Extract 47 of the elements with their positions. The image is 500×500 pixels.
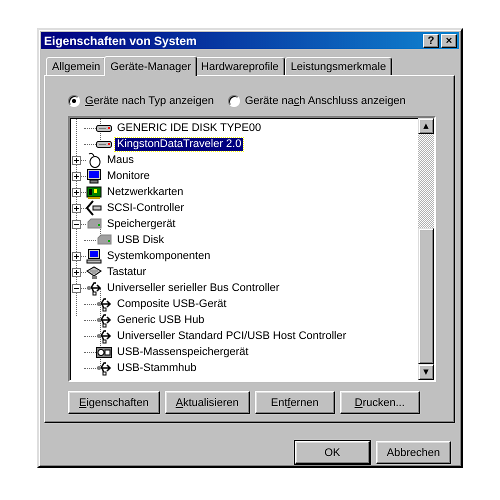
radio-label[interactable]: Geräte nach Anschluss anzeigen [244, 95, 406, 107]
radio-button[interactable] [68, 95, 80, 107]
action-button[interactable]: Drucken... [340, 391, 420, 414]
expand-icon[interactable] [72, 188, 81, 196]
action-button[interactable]: Eigenschaften [68, 391, 160, 414]
expand-icon[interactable] [72, 172, 81, 180]
computer-icon [86, 248, 102, 264]
tree-item[interactable]: GENERIC IDE DISK TYPE00 [115, 122, 264, 134]
tree-item[interactable]: Generic USB Hub [115, 314, 206, 326]
tab[interactable]: Hardwareprofile [195, 57, 285, 75]
tree-item[interactable]: SCSI-Controller [105, 202, 186, 214]
collapse-icon[interactable] [72, 284, 81, 292]
window-title: Eigenschaften von System [44, 34, 197, 48]
tree-item[interactable]: Maus [105, 154, 136, 166]
mouse-icon [86, 152, 102, 168]
tree-item[interactable]: Monitore [105, 170, 152, 182]
tree-item[interactable]: Tastatur [105, 266, 148, 278]
tree-item[interactable]: USB-Massenspeichergerät [115, 346, 250, 358]
connector-icon [86, 200, 102, 216]
cancel-button[interactable]: Abbrechen [376, 441, 451, 464]
keyboard-icon [86, 264, 102, 280]
ok-button[interactable]: OK [294, 441, 370, 464]
tree-item[interactable]: USB Disk [115, 234, 166, 246]
tree-item[interactable]: Systemkomponenten [105, 250, 212, 262]
action-button[interactable]: Aktualisieren [164, 391, 250, 414]
tree-item[interactable]: KingstonDataTraveler 2.0 [115, 138, 244, 150]
tree-item[interactable]: USB-Stammhub [115, 362, 198, 374]
action-button[interactable]: Entfernen [254, 391, 335, 414]
expand-icon[interactable] [72, 204, 81, 212]
tree-item[interactable]: Speichergerät [105, 218, 178, 230]
tree-item[interactable]: Universeller Standard PCI/USB Host Controller [115, 330, 348, 342]
close-button[interactable]: × [441, 34, 457, 48]
help-button[interactable]: ? [423, 34, 439, 48]
expand-icon[interactable] [72, 268, 81, 276]
tab[interactable]: Allgemein [46, 57, 106, 75]
tab[interactable]: Geräte-Manager [104, 56, 198, 76]
scroll-thumb[interactable] [418, 228, 434, 364]
network-card-icon [86, 184, 102, 200]
tree-item[interactable]: Composite USB-Gerät [115, 298, 228, 310]
tree-item[interactable]: Universeller serieller Bus Controller [105, 282, 282, 294]
tab[interactable]: Leistungsmerkmale [284, 57, 392, 75]
expand-icon[interactable] [72, 156, 81, 164]
expand-icon[interactable] [72, 252, 81, 260]
collapse-icon[interactable] [72, 220, 81, 228]
radio-button[interactable] [228, 95, 240, 107]
tree-item[interactable]: Netzwerkkarten [105, 186, 186, 198]
radio-label[interactable]: Geräte nach Typ anzeigen [85, 95, 214, 107]
